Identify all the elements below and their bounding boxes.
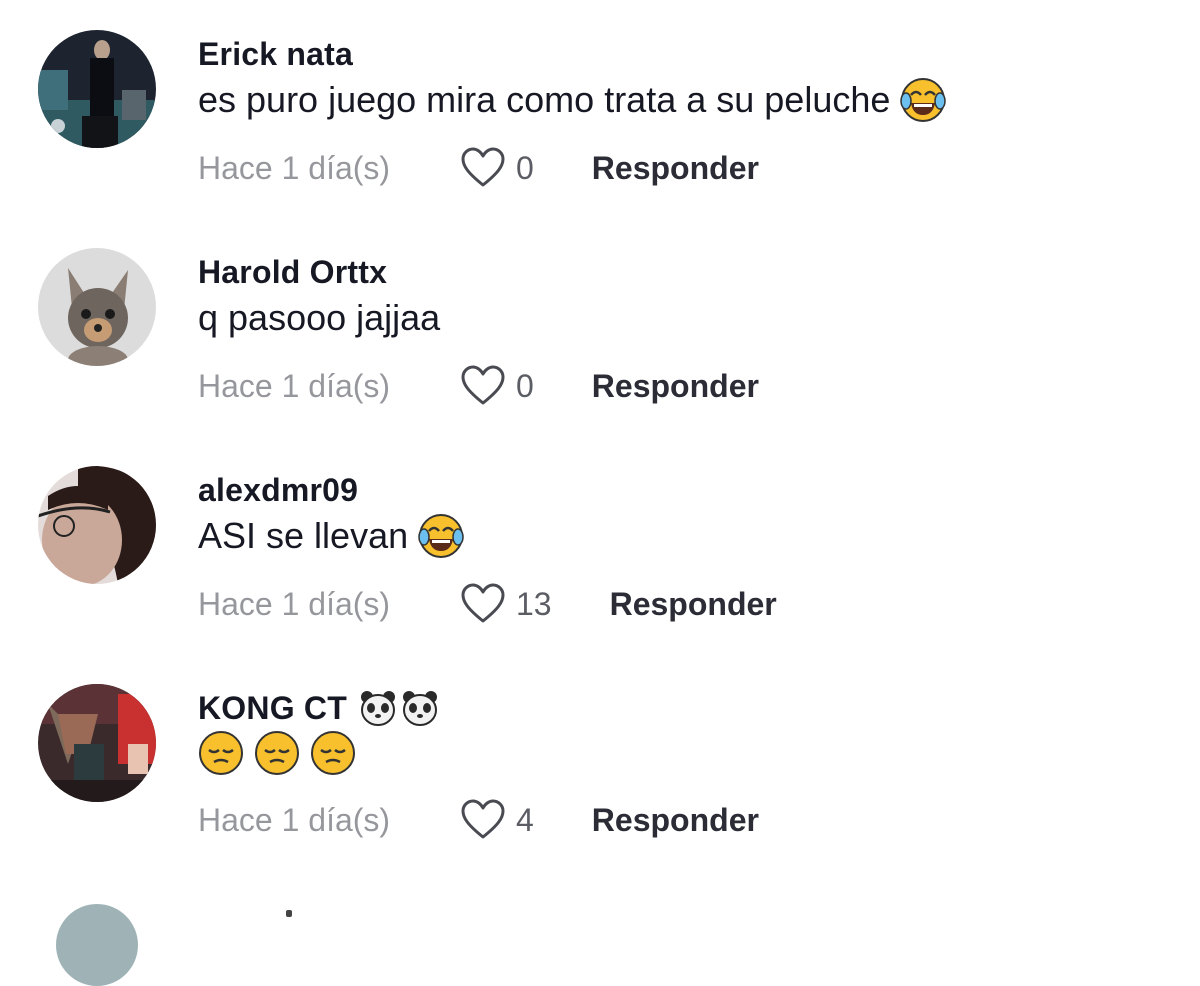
comment-meta: Hace 1 día(s) 0 Responder <box>198 146 946 190</box>
avatar[interactable] <box>56 904 138 986</box>
reply-button[interactable]: Responder <box>592 368 759 405</box>
comment-text: es puro juego mira como trata a su peluc… <box>198 76 947 124</box>
username[interactable]: Erick nata <box>198 34 946 74</box>
pensive-face-emoji <box>199 731 243 775</box>
heart-outline-icon[interactable] <box>460 365 506 407</box>
panda-emoji <box>360 691 395 726</box>
like-button[interactable]: 13 <box>460 583 552 625</box>
panda-emoji <box>402 691 437 726</box>
heart-outline-icon[interactable] <box>460 583 506 625</box>
comment-timestamp: Hace 1 día(s) <box>198 149 391 186</box>
comment-text <box>198 730 759 776</box>
next-comment-username-fragment <box>286 910 292 917</box>
comment-meta: Hace 1 día(s) 13 Responder <box>198 582 777 626</box>
comment-timestamp: Hace 1 día(s) <box>198 367 391 404</box>
username-text[interactable]: alexdmr09 <box>198 470 358 510</box>
comment-item: Erick nata es puro juego mira como trata… <box>38 30 1178 248</box>
like-button[interactable]: 4 <box>460 799 534 841</box>
heart-outline-icon[interactable] <box>460 147 506 189</box>
comment-item: Harold Orttx q pasooo jajjaa Hace 1 día(… <box>38 248 1178 466</box>
comment-meta: Hace 1 día(s) 4 Responder <box>198 798 759 842</box>
comment-item: alexdmr09 ASI se llevan Hace 1 día(s) 13… <box>38 466 1178 684</box>
heart-outline-icon[interactable] <box>460 799 506 841</box>
comment-timestamp: Hace 1 día(s) <box>198 801 391 838</box>
comment-text: ASI se llevan <box>198 512 777 560</box>
like-count: 0 <box>516 149 534 186</box>
reply-button[interactable]: Responder <box>592 150 759 187</box>
face-with-tears-of-joy-emoji <box>900 78 947 122</box>
pensive-face-emoji <box>311 731 355 775</box>
username[interactable]: alexdmr09 <box>198 470 777 510</box>
face-with-tears-of-joy-emoji <box>418 514 464 558</box>
pensive-face-emoji <box>255 731 299 775</box>
comment-text-content: ASI se llevan <box>198 515 409 556</box>
comment-item: KONG CT Hace 1 día(s) 4 Responder <box>38 684 1178 902</box>
comment-timestamp: Hace 1 día(s) <box>198 585 391 622</box>
reply-button[interactable]: Responder <box>592 802 759 839</box>
comment-list: Erick nata es puro juego mira como trata… <box>38 30 1178 902</box>
comment-text-content: es puro juego mira como trata a su peluc… <box>198 79 891 120</box>
comment-text: q pasooo jajjaa <box>198 294 759 342</box>
like-button[interactable]: 0 <box>460 365 534 407</box>
username[interactable]: Harold Orttx <box>198 252 759 292</box>
like-button[interactable]: 0 <box>460 147 534 189</box>
avatar[interactable] <box>38 684 156 802</box>
reply-button[interactable]: Responder <box>610 586 777 623</box>
username-emojis <box>359 689 439 727</box>
like-count: 13 <box>516 585 552 622</box>
avatar[interactable] <box>38 248 156 366</box>
username-text[interactable]: KONG CT <box>198 688 347 728</box>
username[interactable]: KONG CT <box>198 688 759 728</box>
username-text[interactable]: Harold Orttx <box>198 252 387 292</box>
like-count: 4 <box>516 801 534 838</box>
username-text[interactable]: Erick nata <box>198 34 353 74</box>
like-count: 0 <box>516 367 534 404</box>
avatar[interactable] <box>38 30 156 148</box>
avatar[interactable] <box>38 466 156 584</box>
comment-meta: Hace 1 día(s) 0 Responder <box>198 364 759 408</box>
comment-text-content: q pasooo jajjaa <box>198 297 441 338</box>
